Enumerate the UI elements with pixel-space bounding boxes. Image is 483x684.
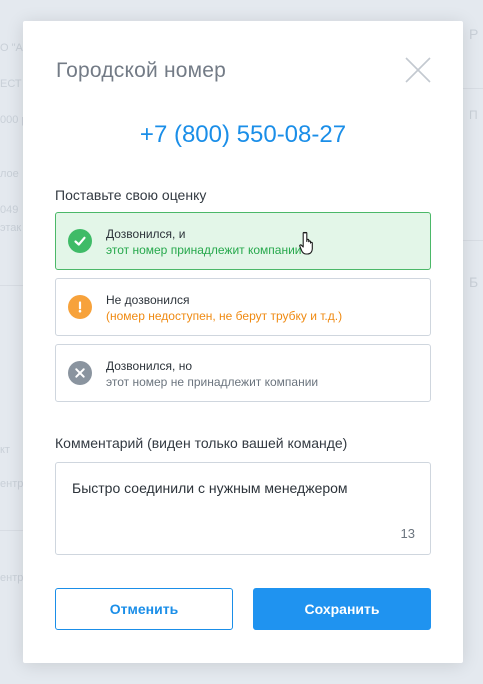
bg-divider [463, 240, 483, 241]
option-subtitle: этот номер не принадлежит компании [106, 375, 319, 389]
x-icon [68, 361, 92, 385]
bg-divider [0, 530, 23, 531]
check-icon [68, 229, 92, 253]
option-reached-company[interactable]: Дозвонился, и этот номер принадлежит ком… [55, 212, 431, 270]
rate-label: Поставьте свою оценку [55, 187, 207, 203]
rating-modal: Городской номер +7 (800) 550-08-27 Поста… [23, 21, 463, 663]
hand-cursor-icon [299, 231, 317, 255]
option-title: Дозвонился, и [106, 227, 186, 241]
comment-textarea[interactable]: Быстро соединили с нужным менеджером 13 [55, 462, 431, 555]
char-counter: 13 [400, 526, 415, 541]
option-title: Дозвонился, но [106, 359, 193, 373]
save-button[interactable]: Сохранить [253, 588, 431, 630]
bg-text-fragment: Р [469, 26, 479, 42]
bg-text-fragment: ЕСТ [0, 78, 22, 90]
bg-divider [463, 88, 483, 89]
bg-text-fragment: П [469, 108, 478, 122]
option-not-reached[interactable]: Не дозвонился (номер недоступен, не беру… [55, 278, 431, 336]
option-title: Не дозвонился [106, 293, 190, 307]
phone-number: +7 (800) 550-08-27 [139, 121, 347, 148]
close-icon[interactable] [404, 56, 432, 84]
exclamation-icon [68, 295, 92, 319]
bg-divider [0, 285, 23, 286]
option-reached-not-company[interactable]: Дозвонился, но этот номер не принадлежит… [55, 344, 431, 402]
bg-text-fragment: ентр [0, 572, 24, 584]
bg-text-fragment: 049 [0, 204, 19, 216]
option-subtitle: (номер недоступен, не берут трубку и т.д… [106, 309, 343, 323]
cancel-button[interactable]: Отменить [55, 588, 233, 630]
bg-text-fragment: кт [0, 444, 10, 456]
modal-title: Городской номер [56, 59, 227, 82]
comment-value: Быстро соединили с нужным менеджером [72, 480, 348, 496]
bg-text-fragment: лое [0, 168, 19, 180]
option-subtitle: этот номер принадлежит компании [106, 243, 302, 257]
bg-text-fragment: этак [0, 222, 22, 234]
bg-text-fragment: Б [469, 274, 479, 290]
comment-label: Комментарий (виден только вашей команде) [55, 435, 348, 451]
bg-text-fragment: ентр [0, 478, 24, 490]
